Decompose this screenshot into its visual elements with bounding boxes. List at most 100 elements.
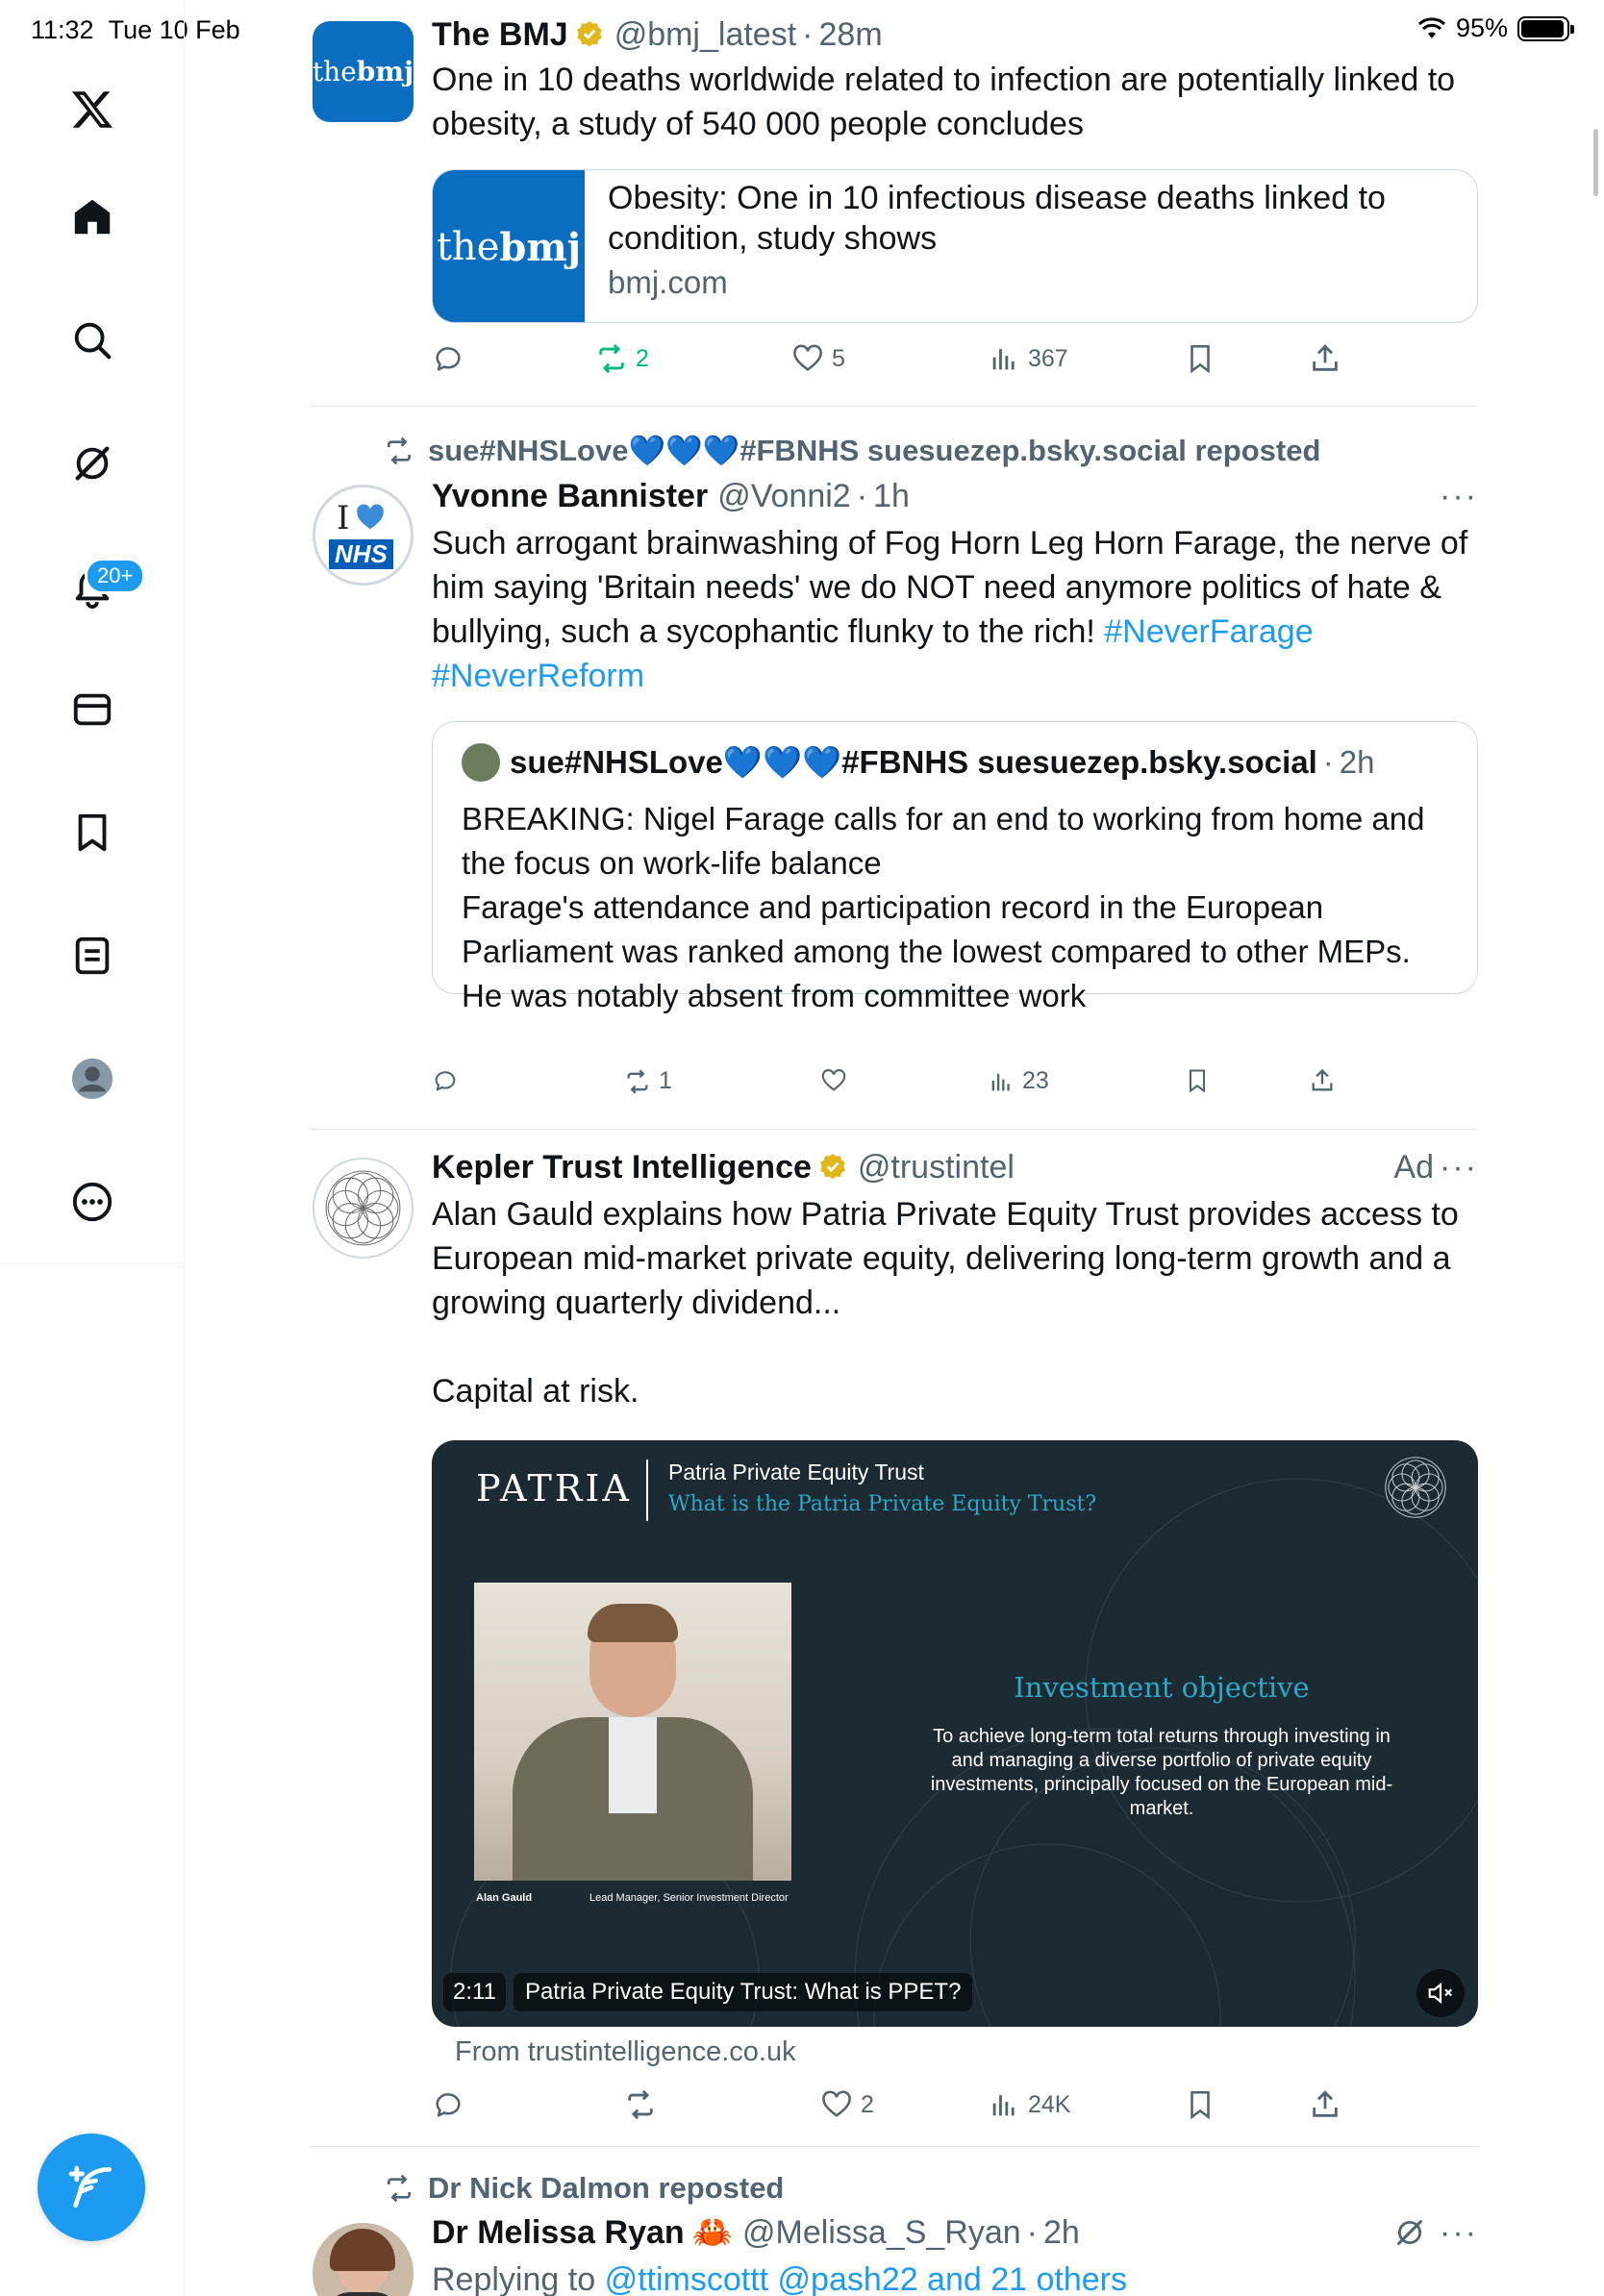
quoted-tweet[interactable]: sue#NHSLove💙💙💙#FBNHS suesuezep.bsky.soci… [432,721,1478,1013]
search-icon[interactable] [63,312,121,369]
replying-to-users-link[interactable]: @ttimscottt @pash22 and 21 others [605,2261,1127,2296]
tweet-header: The BMJ @bmj_latest · 28m [432,15,883,54]
x-logo-icon[interactable] [63,81,121,138]
melissa-avatar[interactable] [313,2223,414,2296]
repost-button[interactable] [624,2088,657,2121]
share-button[interactable] [1309,342,1341,375]
tweet-separator [310,2146,1478,2147]
hashtag-link[interactable]: #NeverFarage [1104,613,1313,650]
repost-button[interactable]: 2 [595,342,649,375]
share-icon [1313,344,1338,371]
grok-explain-icon[interactable] [1393,2216,1426,2249]
quoted-time: 2h [1339,744,1375,780]
repost-by-label[interactable]: Dr Nick Dalmon reposted [428,2171,784,2206]
reply-button[interactable] [432,2088,464,2121]
author-handle[interactable]: @Vonni2 [717,477,851,515]
tweet-text-disclaimer: Capital at risk. [432,1373,639,1410]
views-chart-icon [992,2095,1015,2116]
tweet-time[interactable]: 1h [873,477,910,515]
link-card-image: the bmj [433,170,585,322]
repost-icon [627,1069,648,1093]
profile-avatar-icon[interactable] [63,1050,121,1108]
link-card[interactable]: the bmj Obesity: One in 10 infectious dis… [432,169,1478,323]
reply-icon [436,347,461,371]
kepler-logo-icon [325,1170,401,1246]
author-name[interactable]: Yvonne Bannister [432,477,708,515]
link-card-domain: bmj.com [608,264,728,300]
ad-video[interactable]: PATRIA Patria Private Equity Trust What … [432,1440,1478,2027]
views-button[interactable]: 367 [988,342,1068,375]
heart-logo-icon [357,504,384,530]
author-name[interactable]: Dr Melissa Ryan [432,2213,685,2252]
video-header-title: Patria Private Equity Trust [668,1460,924,1485]
replying-to: Replying to @ttimscottt @pash22 and 21 o… [432,2261,1127,2296]
video-caption-bar: 2:11 Patria Private Equity Trust: What i… [443,1973,973,2011]
share-icon [1313,2090,1338,2117]
author-handle[interactable]: @bmj_latest [614,15,796,54]
repost-icon [388,437,411,464]
more-options-icon[interactable]: ··· [1440,1148,1478,1186]
heart-icon [793,344,822,371]
reply-icon [436,2093,461,2117]
messages-icon[interactable] [63,681,121,738]
grok-icon[interactable] [63,435,121,492]
like-button[interactable] [820,1067,847,1094]
tweet-separator [310,1129,1478,1130]
author-handle[interactable]: @trustintel [858,1148,1015,1186]
muted-speaker-icon [1428,1982,1453,2005]
mute-button[interactable] [1416,1969,1465,2017]
objective-text: To achieve long-term total returns throu… [930,1726,1393,1819]
more-options-icon[interactable]: ··· [1440,477,1478,515]
scrollbar[interactable] [1593,129,1598,196]
quoted-header: sue#NHSLove💙💙💙#FBNHS suesuezep.bsky.soci… [462,743,1374,782]
ad-label: Ad [1393,1149,1434,1185]
bookmark-button[interactable] [1184,2088,1216,2121]
author-name[interactable]: Kepler Trust Intelligence [432,1148,812,1186]
repost-icon [388,2174,411,2203]
sidebar-divider [0,1262,185,1263]
repost-by-label[interactable]: sue#NHSLove💙💙💙#FBNHS suesuezep.bsky.soci… [428,433,1320,468]
verified-gold-badge-icon [820,1154,845,1180]
like-button[interactable]: 5 [791,342,845,375]
author-handle[interactable]: @Melissa_S_Ryan [742,2213,1021,2252]
kepler-avatar[interactable] [313,1158,414,1259]
tweet-actions: 2 5 367 [432,342,1355,381]
tweet-text: Alan Gauld explains how Patria Private E… [432,1196,1459,1321]
repost-button[interactable]: 1 [624,1067,672,1095]
video-header-subtitle: What is the Patria Private Equity Trust? [668,1492,1097,1516]
reply-button[interactable] [432,342,464,375]
video-caption: Patria Private Equity Trust: What is PPE… [513,1973,973,2011]
hashtag-link[interactable]: #NeverReform [432,658,644,694]
like-button[interactable]: 2 [820,2088,874,2121]
speaker-role: Lead Manager, Senior Investment Director [589,1892,789,1904]
home-icon[interactable] [63,188,121,246]
more-menu-icon[interactable] [63,1173,121,1231]
author-name[interactable]: The BMJ [432,15,568,54]
battery-icon [1517,15,1574,41]
bookmark-icon [1190,2090,1210,2120]
more-options-icon[interactable]: ··· [1440,2213,1478,2252]
bmj-avatar[interactable]: the bmj [313,21,414,122]
share-button[interactable] [1309,1067,1336,1094]
lists-icon[interactable] [63,927,121,985]
tweet-time[interactable]: 28m [819,15,883,54]
views-button[interactable]: 23 [988,1067,1049,1095]
tweet-text: Such arrogant brainwashing of Fog Horn L… [432,525,1468,694]
bookmarks-icon[interactable] [63,804,121,861]
ad-source-link[interactable]: From trustintelligence.co.uk [455,2036,796,2068]
tweet-separator [310,406,1478,407]
repost-icon [628,2089,653,2120]
sidebar-nav: 20+ [0,0,185,2296]
views-button[interactable]: 24K [988,2088,1070,2121]
video-duration: 2:11 [443,1973,506,2011]
patria-brand: PATRIA [476,1467,632,1510]
compose-post-button[interactable] [38,2134,145,2241]
reply-button[interactable] [432,1067,459,1094]
views-count: 24K [1028,2090,1071,2118]
notification-badge: 20+ [85,558,146,594]
bookmark-button[interactable] [1184,342,1216,375]
bookmark-button[interactable] [1184,1067,1211,1094]
yvonne-avatar[interactable]: I NHS [313,485,414,586]
tweet-time[interactable]: 2h [1043,2213,1080,2252]
share-button[interactable] [1309,2088,1341,2121]
